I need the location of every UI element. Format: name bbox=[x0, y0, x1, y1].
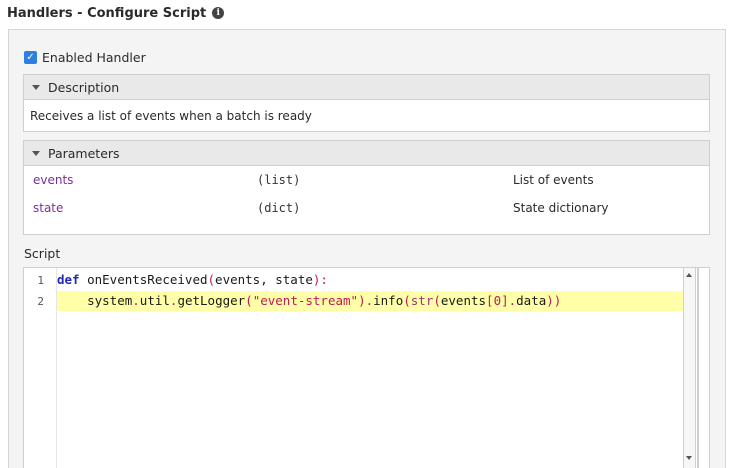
line-number: 2 bbox=[37, 295, 44, 308]
code-punctuation: ] bbox=[501, 293, 509, 308]
code-identifier: system bbox=[87, 293, 133, 308]
description-title: Description bbox=[48, 79, 120, 95]
code-punctuation: ( bbox=[245, 293, 253, 308]
script-editor[interactable]: 1 2 def onEventsReceived(events, state):… bbox=[23, 267, 698, 468]
code-punctuation: . bbox=[132, 293, 140, 308]
code-line[interactable]: def onEventsReceived(events, state): bbox=[57, 270, 328, 290]
parameter-type: (dict) bbox=[257, 201, 301, 215]
code-line-highlighted[interactable]: system.util.getLogger("event-stream").in… bbox=[57, 291, 683, 311]
chevron-down-icon[interactable] bbox=[32, 150, 40, 156]
parameters-section: Parameters events (list) List of events … bbox=[23, 140, 710, 235]
enabled-label: Enabled Handler bbox=[42, 49, 146, 65]
enabled-handler-row[interactable]: ✓ Enabled Handler bbox=[24, 48, 146, 66]
description-header[interactable]: Description bbox=[24, 75, 709, 100]
code-builtin: str bbox=[410, 293, 434, 308]
line-number-gutter: 1 2 bbox=[24, 268, 57, 468]
code-identifier: getLogger bbox=[177, 293, 246, 308]
code-identifier: events bbox=[440, 293, 487, 308]
chevron-down-icon[interactable] bbox=[32, 84, 40, 90]
parameter-name: events bbox=[33, 173, 74, 187]
code-identifier: util bbox=[139, 293, 170, 308]
parameters-title: Parameters bbox=[48, 145, 120, 161]
parameter-row: events (list) List of events bbox=[24, 166, 709, 194]
parameter-description: State dictionary bbox=[513, 201, 609, 215]
parameter-description: List of events bbox=[513, 173, 594, 187]
code-args: events, state bbox=[215, 272, 313, 287]
code-punctuation: ) bbox=[358, 293, 366, 308]
title-bar: Handlers - Configure Script i bbox=[0, 0, 733, 26]
page-title: Handlers - Configure Script bbox=[7, 5, 207, 21]
code-number: 0 bbox=[493, 293, 502, 308]
scroll-up-arrow-icon[interactable] bbox=[686, 273, 692, 277]
code-string: "event-stream" bbox=[252, 293, 359, 308]
code-punctuation: ( bbox=[403, 293, 411, 308]
code-identifier: data bbox=[516, 293, 547, 308]
parameters-header[interactable]: Parameters bbox=[24, 141, 709, 166]
code-function-name: onEventsReceived bbox=[79, 272, 208, 287]
code-punctuation: )) bbox=[546, 293, 562, 308]
enabled-checkbox[interactable]: ✓ bbox=[24, 50, 37, 64]
code-punctuation: ): bbox=[312, 272, 328, 287]
info-circle-icon[interactable]: i bbox=[212, 7, 225, 19]
code-keyword: def bbox=[57, 272, 80, 287]
code-punctuation: [ bbox=[486, 293, 494, 308]
description-section: Description Receives a list of events wh… bbox=[23, 74, 710, 132]
code-punctuation: ( bbox=[207, 272, 216, 287]
code-punctuation: . bbox=[365, 293, 374, 308]
editor-side-panel bbox=[698, 267, 710, 468]
parameter-type: (list) bbox=[257, 173, 301, 187]
vertical-scrollbar[interactable] bbox=[683, 267, 696, 468]
code-punctuation: ( bbox=[433, 293, 441, 308]
parameter-name: state bbox=[33, 201, 64, 215]
script-label: Script bbox=[24, 246, 61, 261]
code-identifier: info bbox=[373, 293, 404, 308]
line-number: 1 bbox=[37, 274, 44, 287]
description-text: Receives a list of events when a batch i… bbox=[30, 108, 312, 123]
parameter-row: state (dict) State dictionary bbox=[24, 194, 709, 222]
scroll-down-arrow-icon[interactable] bbox=[686, 456, 692, 460]
